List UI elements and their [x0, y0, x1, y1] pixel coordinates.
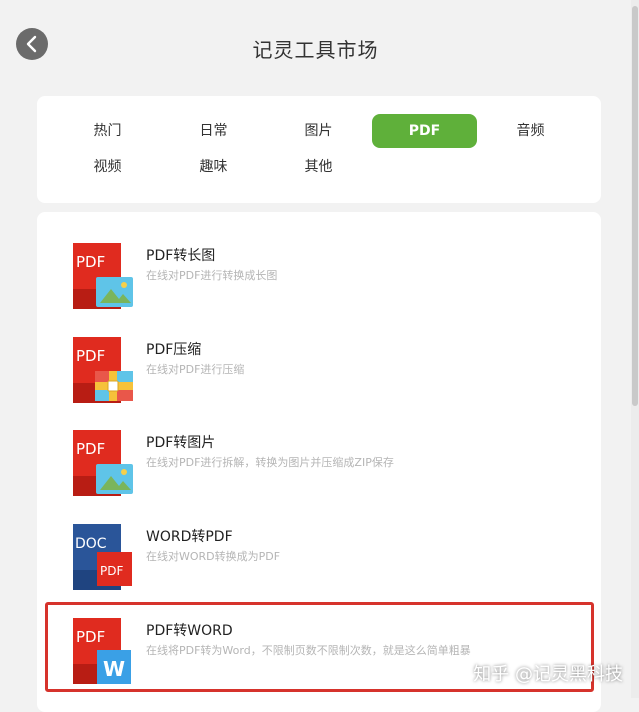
- tool-description: 在线对WORD转换成为PDF: [146, 550, 281, 563]
- tool-item-pdf-to-images[interactable]: PDF PDF转图片 在线对PDF进行拆解，转换为图片并压缩成ZIP保存: [37, 430, 601, 520]
- doc-label: PDF: [76, 253, 105, 271]
- tab-daily[interactable]: 日常: [161, 114, 266, 148]
- tool-title: PDF转图片: [146, 435, 216, 451]
- pdf-badge-label: PDF: [100, 564, 123, 578]
- tool-title: PDF转长图: [146, 248, 216, 264]
- tab-video[interactable]: 视频: [55, 150, 160, 184]
- tool-description: 在线对PDF进行转换成长图: [146, 269, 278, 282]
- category-tabs: 热门 日常 图片 PDF 音频 视频 趣味 其他: [37, 96, 601, 203]
- pdf-to-image-icon: PDF: [73, 243, 133, 309]
- pdf-to-image-icon: PDF: [73, 430, 133, 496]
- tab-audio[interactable]: 音频: [478, 114, 583, 148]
- doc-label: PDF: [76, 347, 105, 365]
- tool-title: PDF转WORD: [146, 623, 233, 639]
- tool-item-pdf-compress[interactable]: PDF PDF压缩 在线对PDF进行压缩: [37, 337, 601, 427]
- watermark: 知乎 @记灵黑科技: [473, 664, 623, 685]
- word-to-pdf-icon: DOC PDF: [73, 524, 132, 590]
- doc-label: DOC: [75, 536, 107, 552]
- pdf-compress-icon: PDF: [73, 337, 133, 403]
- tool-title: PDF压缩: [146, 342, 202, 358]
- tab-images[interactable]: 图片: [266, 114, 371, 148]
- pdf-to-word-icon: PDF W: [73, 618, 131, 684]
- page-title: 记灵工具市场: [252, 38, 379, 62]
- tool-description: 在线对PDF进行拆解，转换为图片并压缩成ZIP保存: [146, 456, 394, 469]
- tab-pdf[interactable]: PDF: [372, 114, 477, 148]
- tool-list: PDF PDF转长图 在线对PDF进行转换成长图 PDF PDF压缩 在线对PD…: [37, 212, 601, 712]
- tab-other[interactable]: 其他: [266, 150, 371, 184]
- tool-item-pdf-long-image[interactable]: PDF PDF转长图 在线对PDF进行转换成长图: [37, 243, 601, 333]
- tool-title: WORD转PDF: [146, 529, 233, 545]
- scrollbar[interactable]: [631, 0, 639, 698]
- tab-fun[interactable]: 趣味: [161, 150, 266, 184]
- tab-hot[interactable]: 热门: [55, 114, 160, 148]
- doc-label: PDF: [76, 628, 105, 646]
- tool-description: 在线将PDF转为Word，不限制页数不限制次数，就是这么简单粗暴: [146, 644, 471, 657]
- doc-label: PDF: [76, 440, 105, 458]
- tool-item-word-to-pdf[interactable]: DOC PDF WORD转PDF 在线对WORD转换成为PDF: [37, 524, 601, 614]
- tool-description: 在线对PDF进行压缩: [146, 363, 245, 376]
- word-badge-label: W: [103, 657, 125, 681]
- scrollbar-thumb[interactable]: [632, 6, 638, 406]
